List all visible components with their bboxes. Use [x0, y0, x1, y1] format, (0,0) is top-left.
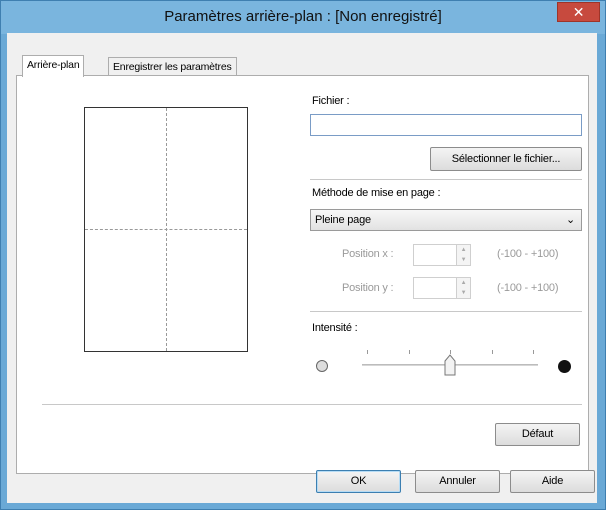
spin-up-icon[interactable]: ▲ [457, 245, 470, 255]
select-file-button[interactable]: Sélectionner le fichier... [430, 147, 582, 171]
position-y-range: (-100 - +100) [497, 282, 559, 294]
file-label: Fichier : [312, 95, 350, 107]
window-title: Paramètres arrière-plan : [Non enregistr… [164, 8, 442, 25]
close-button[interactable]: ✕ [557, 2, 600, 22]
spin-up-icon[interactable]: ▲ [457, 278, 470, 288]
position-y-label: Position y : [342, 282, 394, 294]
slider-tick [491, 350, 493, 354]
ok-button[interactable]: OK [316, 470, 401, 493]
file-input[interactable] [310, 114, 582, 136]
spin-down-icon[interactable]: ▼ [457, 255, 470, 265]
separator [310, 311, 582, 312]
chevron-down-icon: ⌄ [565, 214, 575, 226]
position-x-label: Position x : [342, 248, 394, 260]
preview-horizontal-guide [85, 229, 247, 230]
tab-background[interactable]: Arrière-plan [22, 55, 85, 77]
title-bar[interactable]: Paramètres arrière-plan : [Non enregistr… [1, 1, 605, 34]
intensity-label: Intensité : [312, 322, 358, 334]
spinner-buttons[interactable]: ▲ ▼ [456, 245, 470, 265]
position-x-range: (-100 - +100) [497, 248, 559, 260]
spinner-buttons[interactable]: ▲ ▼ [456, 278, 470, 298]
page-preview [84, 107, 248, 352]
help-button[interactable]: Aide [510, 470, 595, 493]
layout-method-select[interactable]: Pleine page ⌄ [310, 209, 582, 231]
low-intensity-icon [316, 360, 328, 372]
tab-save-settings[interactable]: Enregistrer les paramètres [108, 57, 237, 77]
close-icon: ✕ [572, 4, 585, 20]
separator [42, 404, 582, 405]
slider-tick [533, 350, 534, 354]
separator [310, 179, 582, 180]
spin-down-icon[interactable]: ▼ [457, 288, 470, 298]
position-y-spinner[interactable]: ▲ ▼ [413, 277, 471, 299]
high-intensity-icon [558, 360, 571, 373]
slider-tick [367, 350, 368, 354]
layout-method-value: Pleine page [315, 214, 371, 226]
cancel-button[interactable]: Annuler [415, 470, 500, 493]
intensity-slider-thumb[interactable] [444, 354, 456, 376]
default-button[interactable]: Défaut [495, 423, 580, 446]
layout-method-label: Méthode de mise en page : [312, 187, 441, 199]
slider-tick [408, 350, 410, 354]
position-x-spinner[interactable]: ▲ ▼ [413, 244, 471, 266]
